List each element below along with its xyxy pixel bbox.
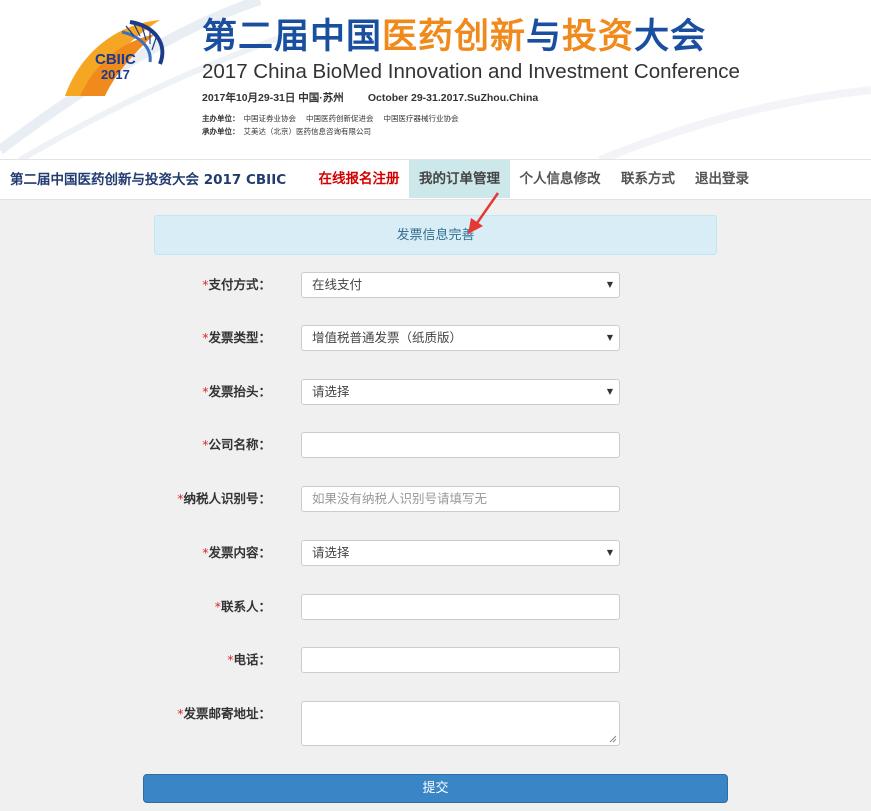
host-label: 主办单位： [202,114,240,123]
caret-down-icon: ▼ [606,548,613,557]
invoice-type-label-text: 发票类型： [208,330,271,345]
tax-id-label-text: 纳税人识别号： [183,491,271,506]
payment-select[interactable]: 在线支付 ▼ [301,272,620,298]
title-cn-part1: 第二届中国 [202,17,383,57]
invoice-content-label-text: 发票内容： [208,545,271,560]
conference-title-cn: 第二届中国医药创新与投资大会 [202,16,706,58]
invoice-type-select[interactable]: 增值税普通发票（纸质版） ▼ [301,325,620,351]
nav-item-contact[interactable]: 联系方式 [611,160,685,198]
address-textarea[interactable] [301,701,620,746]
contact-label-text: 联系人： [220,599,271,614]
date-cn: 2017年10月29-31日 中国·苏州 [202,92,344,104]
contact-input[interactable] [301,594,620,620]
host-item: 中国医药创新促进会 [306,114,374,123]
invoice-title-label-text: 发票抬头： [208,384,271,399]
nav-item-logout[interactable]: 退出登录 [686,160,758,198]
logo-text: CBIIC 2017 [95,52,136,82]
title-cn-part3: 与 [526,17,563,57]
caret-down-icon: ▼ [606,333,613,342]
title-cn-part2: 医药创新 [382,17,527,57]
conference-date: 2017年10月29-31日 中国·苏州 October 29-31.2017.S… [202,90,538,105]
invoice-content-label: *发票内容： [202,540,271,566]
address-label: *发票邮寄地址： [177,701,271,727]
invoice-type-value: 增值税普通发票（纸质版） [312,330,463,345]
nav-item-orders[interactable]: 我的订单管理 [409,160,510,198]
submit-button[interactable]: 提交 [143,774,728,803]
tax-id-label: *纳税人识别号： [177,486,271,512]
invoice-title-label: *发票抬头： [202,379,271,405]
resize-grip-icon[interactable] [609,735,617,743]
invoice-notice: 发票信息完善 [154,215,717,255]
title-cn-part5: 大会 [634,17,707,57]
organizer-name: 艾美达（北京）医药信息咨询有限公司 [243,127,372,136]
payment-label-text: 支付方式： [208,277,271,292]
payment-label: *支付方式： [202,272,271,298]
invoice-title-value: 请选择 [312,384,350,399]
company-label: *公司名称： [202,432,271,458]
phone-label: *电话： [227,647,271,673]
organizer-unit: 承办单位： 艾美达（北京）医药信息咨询有限公司 [202,126,371,137]
tax-id-input[interactable]: 如果没有纳税人识别号请填写无 [301,486,620,512]
invoice-content-value: 请选择 [312,545,350,560]
phone-input[interactable] [301,647,620,673]
logo-line2: 2017 [100,67,130,82]
company-input[interactable] [301,432,620,458]
title-cn-part4: 投资 [562,17,635,57]
conference-title-en: 2017 China BioMed Innovation and Investm… [202,60,740,83]
date-en: October 29-31.2017.SuZhou.China [367,92,539,104]
payment-value: 在线支付 [312,277,363,292]
header-banner: CBIIC 2017 第二届中国医药创新与投资大会 2017 China Bio… [0,0,871,160]
address-label-text: 发票邮寄地址： [183,706,271,721]
invoice-content-select[interactable]: 请选择 ▼ [301,540,620,566]
invoice-title-select[interactable]: 请选择 ▼ [301,379,620,405]
invoice-type-label: *发票类型： [202,325,271,351]
caret-down-icon: ▼ [606,387,613,396]
top-nav: 第二届中国医药创新与投资大会 2017 CBIIC 在线报名注册 我的订单管理 … [0,160,871,200]
logo-line1: CBIIC [95,51,136,68]
host-item: 中国医疗器械行业协会 [383,114,459,123]
contact-label: *联系人： [215,594,271,620]
tax-id-placeholder: 如果没有纳税人识别号请填写无 [312,491,488,506]
nav-item-profile[interactable]: 个人信息修改 [510,160,610,198]
host-units: 主办单位： 中国证券业协会 中国医药创新促进会 中国医疗器械行业协会 [202,113,469,124]
caret-down-icon: ▼ [606,280,613,289]
nav-brand[interactable]: 第二届中国医药创新与投资大会 2017 CBIIC [10,160,286,200]
company-label-text: 公司名称： [208,437,271,452]
nav-item-register[interactable]: 在线报名注册 [308,160,410,198]
organizer-label: 承办单位： [202,127,240,136]
host-item: 中国证券业协会 [243,114,297,123]
phone-label-text: 电话： [233,652,271,667]
